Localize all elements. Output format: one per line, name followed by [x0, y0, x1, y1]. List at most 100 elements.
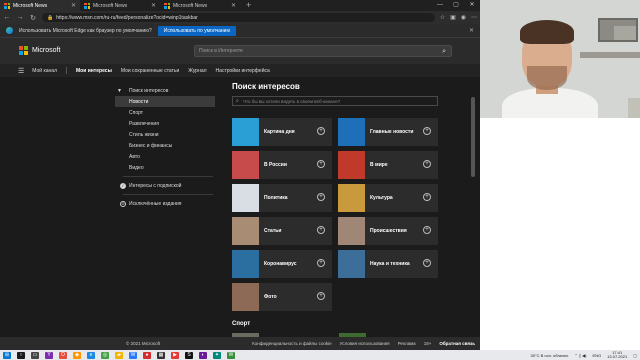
language-indicator[interactable]: ENG [593, 353, 602, 358]
footer-link-privacy[interactable]: Конфиденциальность и файлы cookie [252, 341, 332, 346]
follow-plus-icon[interactable]: + [423, 226, 431, 234]
follow-plus-icon[interactable]: + [317, 259, 325, 267]
sidebar-item-sport[interactable]: Спорт [115, 107, 215, 118]
follow-plus-icon[interactable]: + [423, 193, 431, 201]
close-window-icon[interactable]: ✕ [464, 0, 480, 11]
nav-history[interactable]: Журнал [188, 68, 206, 74]
more-icon[interactable]: ⋯ [471, 14, 477, 21]
follow-plus-icon[interactable]: + [317, 127, 325, 135]
collections-icon[interactable]: ▣ [450, 14, 456, 21]
nav-saved-articles[interactable]: Мои сохраненные статьи [121, 68, 179, 74]
app-icon[interactable]: Y [45, 351, 53, 359]
app-icon[interactable]: ✦ [213, 351, 221, 359]
weather-widget[interactable]: 30°C В осн. облачно [531, 353, 569, 358]
infobar-text: Использовать Microsoft Edge как браузер … [19, 27, 152, 34]
interest-card[interactable]: Главные новости + [338, 118, 438, 146]
interest-card[interactable]: Картина дня + [232, 118, 332, 146]
app-icon[interactable]: W [227, 351, 235, 359]
sidebar-item-news[interactable]: Новости [115, 96, 215, 107]
back-icon[interactable]: ← [3, 14, 11, 21]
sidebar-item-video[interactable]: Видео [115, 162, 215, 173]
sidebar-item-entertainment[interactable]: Развлечения [115, 118, 215, 129]
follow-plus-icon[interactable]: + [423, 127, 431, 135]
web-search-input[interactable]: Поиск в Интернете ⌕ [194, 45, 452, 57]
interest-card[interactable]: Происшествия + [338, 217, 438, 245]
notifications-icon[interactable]: ▢ [633, 353, 637, 358]
steam-icon[interactable]: S [185, 351, 193, 359]
interest-card[interactable]: В мире + [338, 151, 438, 179]
set-default-button[interactable]: Использовать по умолчанию [157, 25, 237, 36]
footer-link-terms[interactable]: Условия использования [340, 341, 390, 346]
sidebar-item-label: Стиль жизни [129, 131, 159, 138]
chrome-icon[interactable]: ◎ [101, 351, 109, 359]
card-thumbnail [338, 151, 365, 179]
url-field[interactable]: 🔒 https://www.msn.com/ru-ru/feed/persona… [42, 13, 435, 22]
opera-icon[interactable]: O [59, 351, 67, 359]
interest-card[interactable]: В России + [232, 151, 332, 179]
nav-settings[interactable]: Настройки интерфейса [216, 68, 270, 74]
search-icon[interactable]: ⌕ [442, 46, 446, 57]
sidebar-item-discover[interactable]: ▼ Поиск интересов [115, 85, 215, 96]
sidebar-item-auto[interactable]: Авто [115, 151, 215, 162]
follow-plus-icon[interactable]: + [317, 193, 325, 201]
word-icon[interactable]: W [129, 351, 137, 359]
footer-link-age[interactable]: 18+ [424, 341, 432, 346]
follow-plus-icon[interactable]: + [423, 259, 431, 267]
sidebar-item-followed[interactable]: ✓ Интересы с подпиской [115, 180, 215, 191]
feedback-button[interactable]: Обратная связь [439, 341, 475, 346]
card-label: Главные новости [370, 129, 414, 135]
new-tab-button[interactable]: + [240, 0, 257, 11]
app-icon[interactable]: ▦ [157, 351, 165, 359]
search-icon[interactable]: ○ [17, 351, 25, 359]
forward-icon[interactable]: → [16, 14, 24, 21]
page-footer: © 2021 Microsoft Конфиденциальность и фа… [0, 337, 480, 350]
follow-plus-icon[interactable]: + [317, 292, 325, 300]
profile-icon[interactable]: ◉ [461, 14, 466, 21]
sidebar-item-business[interactable]: Бизнес и финансы [115, 140, 215, 151]
scrollbar-thumb[interactable] [471, 97, 475, 177]
app-icon[interactable]: ◆ [73, 351, 81, 359]
microsoft-logo[interactable]: Microsoft [19, 46, 60, 55]
tray-icons[interactable]: ⌃ ▯ ◀) [574, 353, 586, 358]
follow-plus-icon[interactable]: + [317, 226, 325, 234]
tab-msn-1[interactable]: Microsoft News ✕ [0, 0, 80, 11]
menu-icon[interactable]: ☰ [18, 67, 24, 75]
nav-my-feed[interactable]: Мой канал [32, 68, 57, 74]
nav-my-interests[interactable]: Мои интересы [76, 68, 112, 74]
interest-card[interactable]: Фото + [232, 283, 332, 311]
clock[interactable]: 17:41 13.07.2021 [607, 351, 627, 359]
footer-link-ads[interactable]: Реклама [398, 341, 416, 346]
app-icon[interactable]: ◐ [199, 351, 207, 359]
edge-icon[interactable]: e [87, 351, 95, 359]
tab-msn-2[interactable]: Microsoft News ✕ [80, 0, 160, 11]
interest-card[interactable]: Статьи + [232, 217, 332, 245]
tab-msn-3[interactable]: Microsoft News ✕ [160, 0, 240, 11]
desktop-background [480, 118, 640, 350]
close-icon[interactable]: ✕ [469, 27, 474, 34]
task-view-icon[interactable]: ▭ [31, 351, 39, 359]
interest-card[interactable]: Культура + [338, 184, 438, 212]
refresh-icon[interactable]: ↻ [29, 14, 37, 22]
start-icon[interactable]: ⊞ [3, 351, 11, 359]
sidebar-item-lifestyle[interactable]: Стиль жизни [115, 129, 215, 140]
folder-icon[interactable]: ▰ [115, 351, 123, 359]
favorites-icon[interactable]: ☆ [440, 14, 445, 21]
close-tab-icon[interactable]: ✕ [71, 2, 76, 9]
close-tab-icon[interactable]: ✕ [231, 2, 236, 9]
follow-plus-icon[interactable]: + [317, 160, 325, 168]
interest-card[interactable]: Политика + [232, 184, 332, 212]
sidebar-item-excluded[interactable]: ⊘ Исключённые издания [115, 198, 215, 209]
follow-plus-icon[interactable]: + [423, 160, 431, 168]
close-tab-icon[interactable]: ✕ [151, 2, 156, 9]
app-icon[interactable]: ● [143, 351, 151, 359]
minimize-icon[interactable]: — [432, 0, 448, 11]
card-label: Фото [264, 294, 277, 300]
scrollbar[interactable] [470, 77, 476, 337]
app-icon[interactable]: ▶ [171, 351, 179, 359]
nav-divider [66, 67, 68, 74]
person-hair [520, 20, 574, 44]
interest-card[interactable]: Коронавирус + [232, 250, 332, 278]
maximize-icon[interactable]: ▢ [448, 0, 464, 11]
interest-search-input[interactable]: ⌕ Что бы вы хотели видеть в своем веб-ка… [232, 96, 438, 106]
interest-card[interactable]: Наука и техника + [338, 250, 438, 278]
